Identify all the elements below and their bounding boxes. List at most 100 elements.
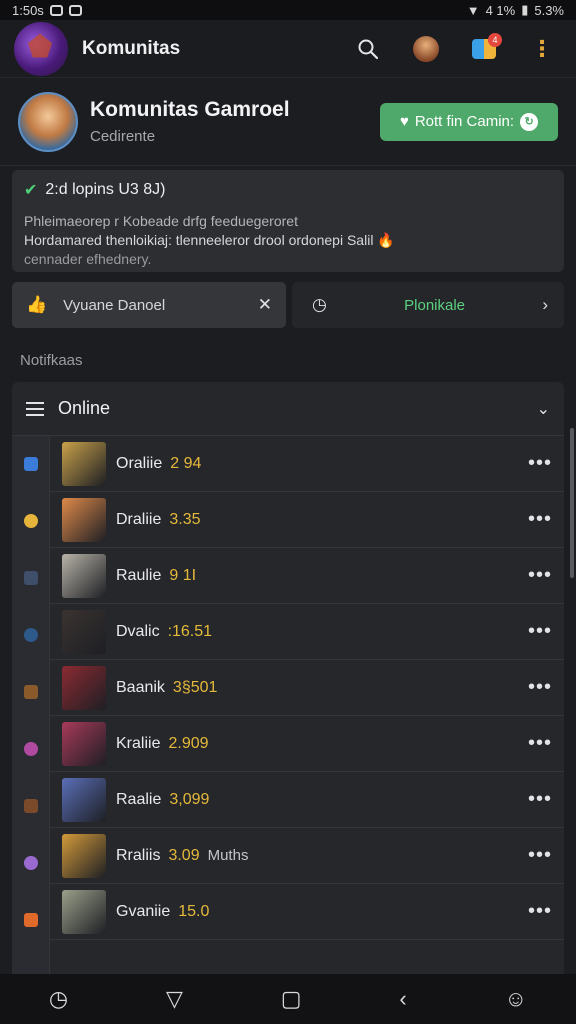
more-horizontal-icon[interactable]: ••• bbox=[528, 452, 552, 475]
recents-icon[interactable]: ◷ bbox=[49, 986, 68, 1012]
list-item-value: :16.51 bbox=[167, 622, 213, 640]
overflow-menu-button[interactable]: ⋮ bbox=[522, 29, 562, 69]
list-icon bbox=[26, 401, 44, 416]
system-nav-bar: ◷ ▽ ▢ ‹ ☺ bbox=[0, 974, 576, 1024]
more-horizontal-icon[interactable]: ••• bbox=[528, 732, 552, 755]
platform-chip[interactable]: ◷ Plonikale › bbox=[292, 282, 564, 328]
profile-name: Komunitas Gamroel bbox=[90, 98, 290, 121]
more-horizontal-icon[interactable]: ••• bbox=[528, 900, 552, 923]
rail-status-icon bbox=[24, 457, 38, 471]
list-item-name: Oraliie bbox=[116, 454, 163, 472]
more-horizontal-icon[interactable]: ••• bbox=[528, 844, 552, 867]
rail-status-icon bbox=[24, 856, 38, 870]
avatar bbox=[413, 35, 439, 62]
game-thumbnail bbox=[62, 833, 106, 878]
list-item[interactable]: Dvalic :16.51 ••• bbox=[50, 604, 564, 660]
game-thumbnail bbox=[62, 665, 106, 710]
list-item-name: Raulie bbox=[116, 566, 162, 584]
more-vertical-icon: ⋮ bbox=[531, 35, 553, 61]
list-item[interactable]: Raalie 3,099 ••• bbox=[50, 772, 564, 828]
notice-title: 2:d lopins U3 8J) bbox=[45, 181, 166, 198]
fire-icon: 🔥 bbox=[377, 232, 395, 248]
list-item[interactable]: Raulie 9 1I ••• bbox=[50, 548, 564, 604]
list-item-name: Draliie bbox=[116, 510, 162, 528]
app-logo bbox=[14, 21, 68, 76]
list-item-value: 3.09 bbox=[168, 846, 200, 864]
more-horizontal-icon[interactable]: ••• bbox=[528, 788, 552, 811]
list-item-name: Dvalic bbox=[116, 622, 160, 640]
game-thumbnail bbox=[62, 777, 106, 822]
notification-icon bbox=[68, 4, 82, 16]
heart-icon: ♥ bbox=[399, 113, 409, 130]
rail-status-icon bbox=[24, 628, 38, 642]
chevron-right-icon: › bbox=[542, 295, 548, 314]
notice-line-3: cennader efhednery. bbox=[24, 251, 152, 267]
list-item-extra: Muths bbox=[207, 847, 249, 864]
profile-avatar-button[interactable] bbox=[406, 29, 446, 69]
list-item-value: 15.0 bbox=[178, 902, 210, 920]
more-horizontal-icon[interactable]: ••• bbox=[528, 676, 552, 699]
list-item[interactable]: Gvaniie 15.0 ••• bbox=[50, 884, 564, 940]
more-horizontal-icon[interactable]: ••• bbox=[528, 564, 552, 587]
join-button-label: Rott fin Camin: bbox=[414, 113, 515, 130]
game-thumbnail bbox=[62, 721, 106, 766]
like-chip-label: Vyuane Danoel bbox=[63, 296, 166, 314]
list-item-value: 9 1I bbox=[169, 566, 197, 584]
app-title: Komunitas bbox=[82, 37, 181, 59]
list-item[interactable]: Baanik 3§501 ••• bbox=[50, 660, 564, 716]
online-list: Oraliie 2 94 ••• Draliie 3.35 ••• Raulie 9 1I ••… bbox=[50, 436, 564, 940]
section-label: Notifkaas bbox=[20, 352, 83, 369]
profile-avatar bbox=[18, 91, 78, 152]
chevron-down-icon[interactable]: ⌄ bbox=[537, 399, 550, 419]
camera-icon bbox=[49, 4, 63, 16]
team-button[interactable]: 4 bbox=[464, 29, 504, 69]
back-icon[interactable]: ‹ bbox=[399, 986, 406, 1012]
refresh-icon: ↻ bbox=[520, 112, 539, 131]
status-bar: 1:50s ▼ 4 1% ▮ 5.3% bbox=[0, 0, 576, 20]
notice-card: ✔ 2:d lopins U3 8J) Phleimaeorep r Kobea… bbox=[12, 170, 564, 272]
wifi-icon: ▼ bbox=[466, 2, 480, 18]
action-row: 👍 Vyuane Danoel ✕ ◷ Plonikale › bbox=[12, 282, 564, 328]
game-thumbnail bbox=[62, 553, 106, 598]
like-chip[interactable]: 👍 Vyuane Danoel ✕ bbox=[12, 282, 286, 328]
list-item[interactable]: Draliie 3.35 ••• bbox=[50, 492, 564, 548]
list-item-name: Gvaniie bbox=[116, 902, 171, 920]
list-item-value: 3.35 bbox=[169, 510, 201, 528]
check-icon: ✔ bbox=[24, 182, 38, 199]
scrollbar[interactable] bbox=[570, 428, 574, 578]
back-triangle-icon[interactable]: ▽ bbox=[166, 986, 183, 1012]
notification-badge: 4 bbox=[488, 32, 502, 47]
app-bar: Komunitas 4 ⋮ bbox=[0, 20, 576, 78]
game-thumbnail bbox=[62, 441, 106, 486]
rail-status-icon bbox=[24, 685, 38, 699]
list-item-name: Rraliis bbox=[116, 846, 161, 864]
game-thumbnail bbox=[62, 609, 106, 654]
list-item-value: 3§501 bbox=[172, 678, 218, 696]
home-icon[interactable]: ▢ bbox=[281, 986, 302, 1012]
list-item[interactable]: Rraliis 3.09 Muths ••• bbox=[50, 828, 564, 884]
join-button[interactable]: ♥ Rott fin Camin: ↻ bbox=[380, 102, 558, 141]
clock-icon: ◷ bbox=[312, 295, 327, 314]
online-list-title: Online bbox=[58, 398, 111, 418]
more-horizontal-icon[interactable]: ••• bbox=[528, 620, 552, 643]
rail-status-icon bbox=[24, 742, 38, 756]
account-icon[interactable]: ☺ bbox=[505, 986, 527, 1012]
list-item[interactable]: Oraliie 2 94 ••• bbox=[50, 436, 564, 492]
more-horizontal-icon[interactable]: ••• bbox=[528, 508, 552, 531]
list-item-value: 2.909 bbox=[168, 734, 209, 752]
list-item[interactable]: Kraliie 2.909 ••• bbox=[50, 716, 564, 772]
battery-icon: ▮ bbox=[521, 2, 529, 17]
status-time: 1:50s bbox=[12, 2, 44, 18]
platform-chip-label: Plonikale bbox=[404, 296, 466, 314]
search-icon bbox=[358, 39, 379, 59]
online-list-header[interactable]: Online ⌄ bbox=[12, 382, 564, 436]
rail-status-icon bbox=[24, 913, 38, 927]
search-button[interactable] bbox=[348, 29, 388, 69]
notice-line-1: Phleimaeorep r Kobeade drfg feeduegerore… bbox=[24, 213, 298, 229]
notice-line-2: Hordamared thenloikiaj: tlenneeleror dro… bbox=[24, 232, 374, 248]
list-item-name: Baanik bbox=[116, 678, 165, 696]
profile-subtitle: Cedirente bbox=[90, 128, 156, 145]
battery-text: 5.3% bbox=[534, 2, 564, 18]
close-icon[interactable]: ✕ bbox=[258, 295, 272, 315]
list-item-value: 2 94 bbox=[170, 454, 202, 472]
